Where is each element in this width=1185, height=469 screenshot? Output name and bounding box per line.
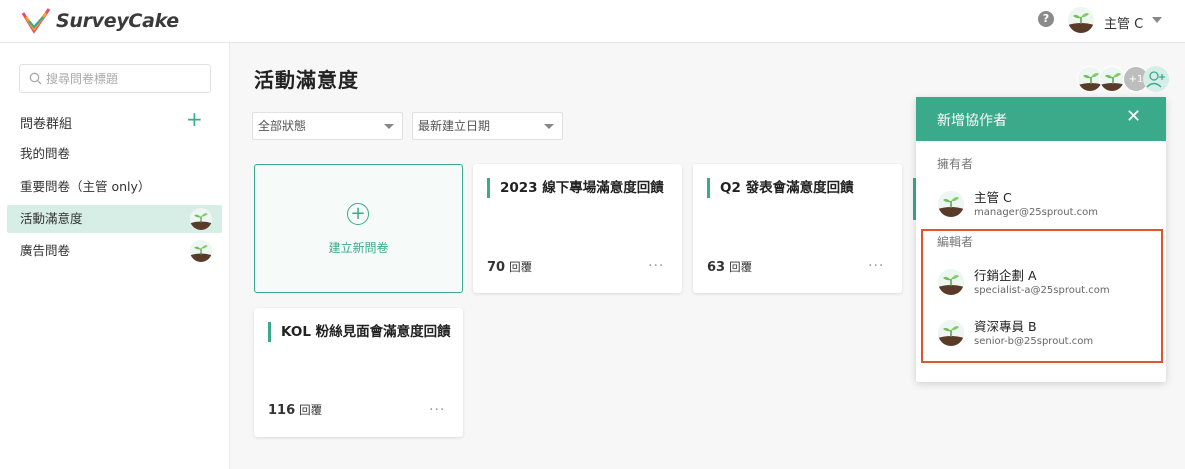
add-group-button[interactable]: + <box>186 109 203 129</box>
more-options-icon[interactable]: ··· <box>429 402 445 418</box>
sidebar-item-label: 重要問卷（主管 only） <box>20 179 151 194</box>
more-options-icon[interactable]: ··· <box>868 258 884 274</box>
owner-row: 主管 C manager@25sprout.com <box>938 183 1158 223</box>
logo-text: SurveyCake <box>56 10 179 32</box>
collaborator-avatar <box>1099 66 1125 92</box>
survey-title: 2023 線下專場滿意度回饋 <box>487 178 664 198</box>
page-title: 活動滿意度 <box>254 68 359 92</box>
sidebar-item-event-satisfaction[interactable]: 活動滿意度 <box>7 205 222 233</box>
surveycake-logo-icon <box>21 8 51 34</box>
sidebar-item-ads[interactable]: 廣告問卷 <box>7 237 222 265</box>
sidebar-item-label: 活動滿意度 <box>20 211 83 226</box>
response-count: 116 回覆 <box>268 403 323 418</box>
sort-filter-value: 最新建立日期 <box>418 119 491 133</box>
plus-circle-icon: + <box>347 203 369 225</box>
sort-filter[interactable]: 最新建立日期 <box>412 112 563 140</box>
survey-card[interactable]: KOL 粉絲見面會滿意度回饋 116 回覆 ··· <box>254 308 463 437</box>
chevron-down-icon <box>384 124 394 129</box>
user-avatar[interactable] <box>1068 7 1094 33</box>
panel-header: 新增協作者 ✕ <box>916 97 1166 141</box>
group-avatar <box>190 208 212 230</box>
search-box[interactable] <box>19 64 211 93</box>
app-logo[interactable]: SurveyCake <box>20 7 179 35</box>
search-input[interactable] <box>46 69 206 89</box>
user-name[interactable]: 主管 C <box>1104 13 1143 32</box>
top-header: SurveyCake ? 主管 C <box>0 0 1185 43</box>
owner-email: manager@25sprout.com <box>974 207 1099 218</box>
create-survey-label: 建立新問卷 <box>328 241 389 255</box>
panel-title: 新增協作者 <box>937 113 1007 129</box>
survey-card[interactable]: 2023 線下專場滿意度回饋 70 回覆 ··· <box>473 164 682 293</box>
owner-label: 擁有者 <box>937 157 974 171</box>
owner-avatar <box>938 191 964 217</box>
group-title: 問卷群組 <box>20 117 73 132</box>
status-filter-value: 全部狀態 <box>258 119 307 133</box>
create-survey-card[interactable]: + 建立新問卷 <box>254 164 463 293</box>
sidebar-item-important[interactable]: 重要問卷（主管 only） <box>7 173 222 201</box>
more-options-icon[interactable]: ··· <box>648 258 664 274</box>
response-count: 70 回覆 <box>487 260 533 275</box>
sidebar-item-my-surveys[interactable]: 我的問卷 <box>7 140 222 168</box>
status-filter[interactable]: 全部狀態 <box>252 112 403 140</box>
chevron-down-icon[interactable] <box>1152 17 1162 23</box>
editor-highlight-box <box>921 229 1163 363</box>
sidebar: 問卷群組 + 我的問卷 重要問卷（主管 only） 活動滿意度 廣告問卷 <box>0 43 230 469</box>
chevron-down-icon <box>544 124 554 129</box>
search-icon <box>29 72 42 85</box>
owner-name: 主管 C <box>974 190 1012 205</box>
add-collaborator-icon[interactable] <box>1143 66 1169 92</box>
sidebar-item-label: 我的問卷 <box>20 146 71 161</box>
survey-title: Q2 發表會滿意度回饋 <box>707 178 854 198</box>
survey-title: KOL 粉絲見面會滿意度回饋 <box>268 322 451 342</box>
help-icon[interactable]: ? <box>1038 11 1054 27</box>
survey-card[interactable]: Q2 發表會滿意度回饋 63 回覆 ··· <box>693 164 902 293</box>
sidebar-item-label: 廣告問卷 <box>20 243 71 258</box>
response-count: 63 回覆 <box>707 260 753 275</box>
close-icon[interactable]: ✕ <box>1126 107 1141 127</box>
group-avatar <box>190 240 212 262</box>
